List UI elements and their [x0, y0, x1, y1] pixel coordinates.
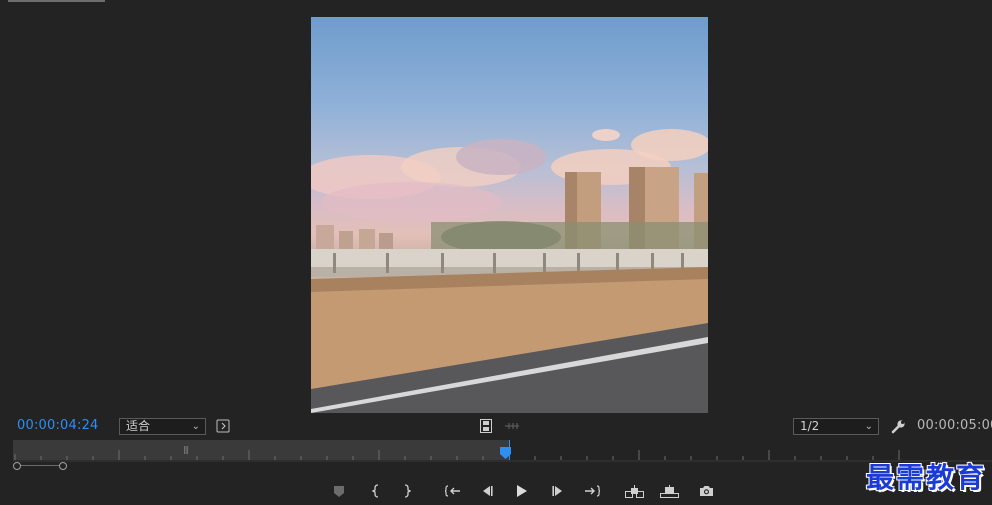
settings-panel-icon[interactable]: [216, 419, 230, 433]
total-duration: 00:00:05:00: [917, 418, 992, 433]
chevron-down-icon: ⌄: [864, 421, 873, 432]
mark-out-button[interactable]: [400, 482, 414, 500]
chevron-down-icon: ⌄: [191, 421, 200, 432]
film-strip-icon[interactable]: [479, 418, 493, 433]
preview-scene: [311, 129, 708, 413]
zoom-handle-right[interactable]: [59, 462, 67, 470]
mark-in-button[interactable]: [369, 482, 383, 500]
step-forward-button[interactable]: [550, 482, 566, 500]
insert-button[interactable]: [624, 482, 644, 500]
play-button[interactable]: [514, 482, 530, 500]
playback-resolution-value: 1/2: [800, 419, 820, 433]
wrench-icon[interactable]: [890, 418, 906, 434]
overwrite-button[interactable]: [659, 482, 679, 500]
playback-resolution-select[interactable]: 1/2 ⌄: [793, 418, 879, 435]
zoom-level-value: 适合: [126, 419, 151, 433]
time-ruler[interactable]: |||: [13, 440, 992, 462]
top-tab-indicator: [8, 0, 105, 2]
compare-icon: [503, 420, 521, 432]
step-back-button[interactable]: [479, 482, 495, 500]
add-marker-button[interactable]: [332, 482, 346, 500]
zoom-level-select[interactable]: 适合 ⌄: [119, 418, 206, 435]
zoom-scroll-bar[interactable]: [13, 462, 883, 470]
watermark-text: 最需教育: [865, 461, 986, 494]
go-to-out-button[interactable]: [583, 482, 601, 500]
current-timecode[interactable]: 00:00:04:24: [17, 418, 99, 433]
zoom-handle-left[interactable]: [13, 462, 21, 470]
program-preview-frame[interactable]: [311, 17, 708, 413]
camera-icon[interactable]: [697, 482, 715, 500]
go-to-in-button[interactable]: [444, 482, 462, 500]
